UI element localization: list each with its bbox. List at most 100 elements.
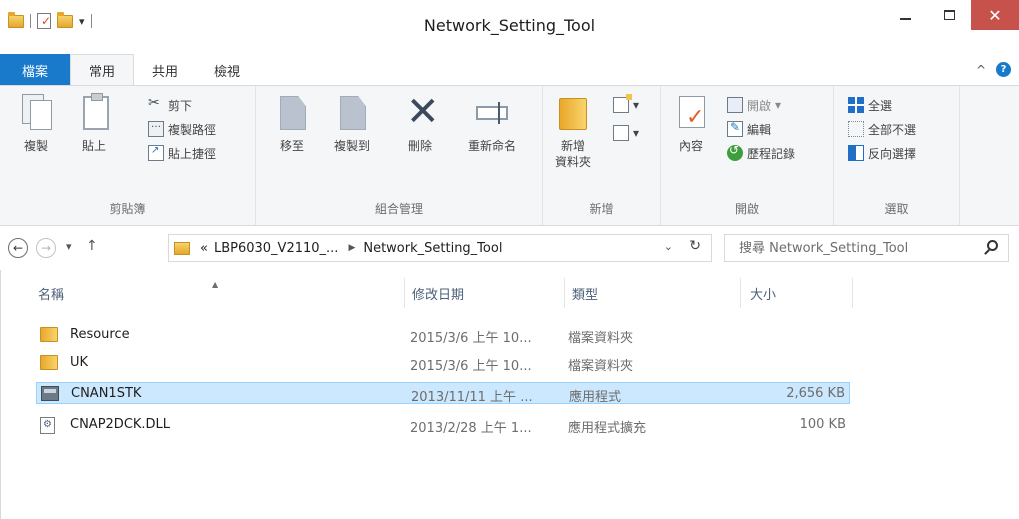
organize-group: 移至 複製到 ✕ 刪除 重新命名 組合管理 [256, 86, 543, 225]
new-folder-button[interactable]: 新增 資料夾 [547, 92, 599, 170]
copy-icon [18, 92, 54, 132]
application-icon [41, 386, 59, 401]
edit-label: 編輯 [747, 122, 772, 137]
file-type: 檔案資料夾 [568, 359, 634, 374]
breadcrumb-separator-icon[interactable]: ▶ [348, 243, 355, 253]
properties-label: 內容 [678, 139, 703, 153]
select-all-label: 全選 [868, 98, 893, 113]
collapse-ribbon-icon[interactable]: ^ [976, 63, 986, 77]
select-group-label: 選取 [884, 202, 909, 216]
copy-to-icon [334, 92, 370, 132]
file-date: 2013/11/11 上午 ... [411, 390, 533, 405]
copy-path-label: 複製路徑 [168, 122, 217, 137]
history-button[interactable]: 歷程記錄 [727, 142, 795, 164]
edit-button[interactable]: 編輯 [727, 118, 771, 140]
paste-shortcut-button[interactable]: 貼上捷徑 [148, 142, 216, 164]
paste-shortcut-label: 貼上捷徑 [168, 146, 217, 161]
invert-selection-button[interactable]: 反向選擇 [848, 142, 916, 164]
new-group-label: 新增 [589, 202, 614, 216]
minimize-button[interactable] [883, 0, 927, 30]
new-item-button[interactable]: ▾ [613, 94, 639, 116]
rename-button[interactable]: 重新命名 [456, 92, 528, 154]
column-divider[interactable] [404, 278, 405, 308]
search-icon[interactable] [987, 240, 998, 251]
file-row-cnap2dck[interactable]: CNAP2DCK.DLL 2013/2/28 上午 1... 應用程式擴充 10… [36, 414, 850, 436]
tab-home[interactable]: 常用 [70, 54, 135, 86]
column-header-type[interactable]: 類型 [572, 284, 598, 303]
address-dropdown-icon[interactable]: ⌄ [664, 240, 673, 253]
address-overflow[interactable]: « [200, 241, 208, 256]
dropdown-icon: ▾ [633, 98, 640, 112]
back-button[interactable]: ← [8, 238, 28, 258]
open-icon [727, 97, 743, 113]
breadcrumb-parent[interactable]: LBP6030_V2110_... [214, 241, 338, 256]
tab-file[interactable]: 檔案 [0, 54, 71, 86]
column-header-date[interactable]: 修改日期 [412, 284, 464, 303]
folder-icon [40, 355, 58, 370]
dropdown-icon: ▾ [775, 98, 782, 112]
column-divider[interactable] [852, 278, 853, 308]
forward-button[interactable]: → [36, 238, 56, 258]
dropdown-icon: ▾ [633, 126, 640, 140]
clipboard-group-label: 剪貼簿 [109, 202, 146, 216]
file-name: CNAN1STK [71, 386, 142, 401]
maximize-button[interactable] [927, 0, 971, 30]
copy-path-button[interactable]: 複製路徑 [148, 118, 216, 140]
column-divider[interactable] [740, 278, 741, 308]
file-name: Resource [70, 327, 130, 342]
window-title: Network_Setting_Tool [423, 16, 596, 35]
file-date: 2013/2/28 上午 1... [410, 421, 532, 436]
open-group-label: 開啟 [734, 202, 759, 216]
tab-share[interactable]: 共用 [134, 54, 196, 86]
easy-access-button[interactable]: ▾ [613, 122, 639, 144]
clipboard-group: 複製 貼上 剪下 複製路徑 貼上捷徑 剪貼簿 [0, 86, 256, 225]
file-date: 2015/3/6 上午 10... [410, 359, 532, 374]
tab-view[interactable]: 檢視 [196, 54, 258, 86]
up-arrow-icon[interactable]: ↑ [86, 238, 98, 254]
search-input[interactable] [739, 240, 979, 256]
history-icon [727, 143, 743, 161]
file-type: 應用程式擴充 [568, 421, 647, 436]
file-row-cnan1stk[interactable]: CNAN1STK 2013/11/11 上午 ... 應用程式 2,656 KB [36, 382, 850, 405]
select-none-button[interactable]: 全部不選 [848, 118, 916, 140]
open-button[interactable]: 開啟 ▾ [727, 94, 781, 116]
copy-to-button[interactable]: 複製到 [326, 92, 378, 154]
cut-label: 剪下 [168, 98, 193, 113]
dll-icon [40, 417, 55, 434]
new-folder-icon [555, 92, 591, 132]
cut-button[interactable]: 剪下 [148, 94, 192, 116]
breadcrumb-current[interactable]: Network_Setting_Tool [363, 241, 502, 256]
select-all-button[interactable]: 全選 [848, 94, 892, 116]
move-to-icon [274, 92, 310, 132]
open-group: 內容 開啟▾ 編輯 歷程記錄 開啟 [661, 86, 834, 225]
maximize-icon [943, 10, 955, 20]
file-date: 2015/3/6 上午 10... [410, 331, 532, 346]
move-to-label: 移至 [279, 139, 304, 153]
properties-button[interactable]: 內容 [665, 92, 717, 154]
column-header-size[interactable]: 大小 [750, 284, 776, 303]
help-icon[interactable]: ? [996, 62, 1011, 77]
copy-path-icon [148, 119, 164, 137]
select-none-label: 全部不選 [868, 122, 917, 137]
address-bar[interactable]: « LBP6030_V2110_... ▶ Network_Setting_To… [168, 234, 712, 262]
edit-icon [727, 120, 743, 137]
search-box[interactable] [724, 234, 1009, 262]
file-row-uk[interactable]: UK 2015/3/6 上午 10... 檔案資料夾 [36, 352, 850, 374]
recent-locations-dropdown-icon[interactable]: ▾ [66, 240, 72, 253]
easy-access-icon [613, 125, 629, 141]
paste-button[interactable]: 貼上 [68, 92, 120, 154]
move-to-button[interactable]: 移至 [266, 92, 318, 154]
close-button[interactable]: ✕ [971, 0, 1019, 30]
history-label: 歷程記錄 [747, 146, 796, 161]
copy-button[interactable]: 複製 [10, 92, 62, 154]
select-group: 全選 全部不選 反向選擇 選取 [834, 86, 960, 225]
delete-button[interactable]: ✕ 刪除 [394, 92, 446, 154]
column-divider[interactable] [564, 278, 565, 308]
new-folder-label: 新增 資料夾 [555, 138, 591, 170]
refresh-icon[interactable]: ↻ [689, 238, 701, 254]
folder-icon [40, 327, 58, 342]
column-header-name[interactable]: 名稱 [38, 284, 64, 303]
file-row-resource[interactable]: Resource 2015/3/6 上午 10... 檔案資料夾 [36, 324, 850, 346]
paste-icon [76, 92, 112, 132]
invert-selection-icon [848, 145, 864, 161]
